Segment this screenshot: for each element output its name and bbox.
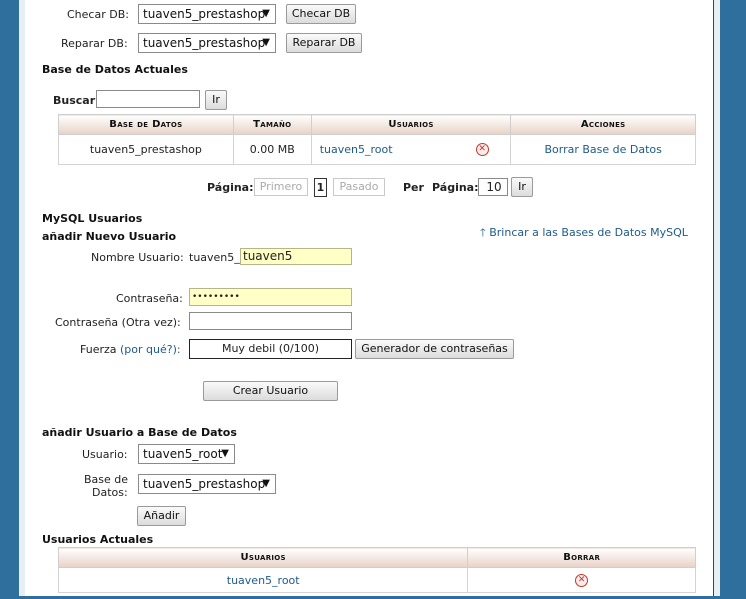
- chevron-down-icon: ▼: [221, 448, 229, 459]
- delete-x-icon[interactable]: ✕: [575, 573, 589, 587]
- check-db-select[interactable]: tuaven5_prestashop ▼: [138, 4, 276, 24]
- strength-meter: Muy debil (0/100): [189, 339, 352, 359]
- password-again-label: Contraseña (Otra vez):: [55, 316, 181, 329]
- per-label: Per: [403, 181, 424, 194]
- up-arrow-icon: 🡑: [480, 226, 486, 239]
- add-user-title: añadir Nuevo Usuario: [42, 230, 177, 243]
- chevron-down-icon: ▼: [262, 8, 270, 19]
- user-select[interactable]: tuaven5_root ▼: [138, 444, 235, 464]
- db-actions-cell: Borrar Base de Datos: [510, 134, 696, 165]
- prev-page-button[interactable]: Pasado: [333, 178, 385, 196]
- column-header: Usuarios: [310, 114, 512, 135]
- strength-label-text: Fuerza: [80, 343, 117, 356]
- per-page-go-button[interactable]: Ir: [511, 177, 533, 197]
- add-user-to-db-title: añadir Usuario a Base de Datos: [42, 426, 237, 439]
- repair-db-button[interactable]: Reparar DB: [286, 33, 362, 53]
- db-user-link[interactable]: tuaven5_root: [320, 143, 393, 156]
- username-prefix: tuaven5_: [189, 251, 240, 264]
- check-db-select-value: tuaven5_prestashop: [143, 7, 266, 21]
- chevron-down-icon: ▼: [262, 478, 270, 489]
- password-label: Contraseña:: [116, 292, 183, 305]
- db-users-cell: tuaven5_root ✕: [310, 134, 512, 165]
- per-page-label: Página:: [432, 181, 479, 194]
- user-select-value: tuaven5_root: [143, 447, 223, 461]
- table-row: tuaven5_root ✕: [57, 567, 696, 593]
- check-db-button[interactable]: Checar DB: [286, 4, 356, 24]
- page-label: Página:: [207, 181, 254, 194]
- db-select-label-line2: Datos:: [92, 486, 128, 499]
- mysql-users-title: MySQL Usuarios: [42, 212, 143, 225]
- db-select[interactable]: tuaven5_prestashop ▼: [138, 474, 276, 494]
- table-header-row: Usuarios Borrar: [57, 547, 696, 568]
- column-header: Tamaño: [232, 114, 312, 135]
- delete-x-icon[interactable]: ✕: [475, 143, 489, 156]
- users-table: Usuarios Borrar tuaven5_root ✕: [57, 547, 696, 593]
- search-input[interactable]: [96, 90, 200, 108]
- db-name-cell: tuaven5_prestashop: [58, 134, 234, 165]
- db-size-cell: 0.00 MB: [232, 134, 312, 165]
- column-header: Usuarios: [57, 547, 469, 568]
- per-page-input[interactable]: 10: [478, 178, 508, 196]
- check-db-label: Checar DB:: [67, 8, 129, 21]
- jump-link-text: Brincar a las Bases de Datos MySQL: [489, 226, 688, 239]
- window-frame-left: [0, 0, 25, 599]
- strength-label: Fuerza (por qué?):: [80, 343, 181, 356]
- search-go-button[interactable]: Ir: [205, 90, 227, 110]
- user-select-label: Usuario:: [82, 448, 128, 461]
- user-link[interactable]: tuaven5_root: [227, 574, 300, 587]
- current-dbs-title: Base de Datos Actuales: [42, 63, 188, 76]
- current-users-title: Usuarios Actuales: [42, 533, 154, 546]
- current-page-button[interactable]: 1: [314, 178, 327, 197]
- first-page-button[interactable]: Primero: [254, 178, 308, 196]
- search-label: Buscar: [53, 94, 96, 107]
- db-select-label-line1: Base de: [84, 473, 129, 486]
- password-again-input[interactable]: [189, 312, 352, 330]
- column-header: Borrar: [467, 547, 696, 568]
- table-header-row: Base de Datos Tamaño Usuarios Acciones: [58, 114, 696, 135]
- password-generator-button[interactable]: Generador de contraseñas: [355, 339, 514, 359]
- db-select-value: tuaven5_prestashop: [143, 477, 266, 491]
- strength-why-link[interactable]: (por qué?):: [120, 343, 181, 356]
- create-user-button[interactable]: Crear Usuario: [203, 381, 338, 401]
- username-input[interactable]: tuaven5: [240, 248, 352, 265]
- username-label: Nombre Usuario:: [91, 251, 184, 264]
- jump-to-databases-link[interactable]: 🡑 Brincar a las Bases de Datos MySQL: [480, 224, 688, 243]
- repair-db-select[interactable]: tuaven5_prestashop ▼: [138, 33, 276, 53]
- table-row: tuaven5_prestashop 0.00 MB tuaven5_root …: [58, 134, 696, 165]
- delete-user-cell: ✕: [467, 567, 696, 593]
- repair-db-label: Reparar DB:: [61, 37, 128, 50]
- window-frame-right: [713, 0, 746, 599]
- databases-table: Base de Datos Tamaño Usuarios Acciones t…: [58, 114, 696, 165]
- add-user-to-db-button[interactable]: Añadir: [137, 506, 186, 526]
- delete-database-link[interactable]: Borrar Base de Datos: [544, 143, 661, 156]
- repair-db-select-value: tuaven5_prestashop: [143, 36, 266, 50]
- password-input[interactable]: •••••••••: [189, 288, 352, 306]
- column-header: Base de Datos: [58, 114, 234, 135]
- column-header: Acciones: [510, 114, 696, 135]
- user-cell: tuaven5_root: [57, 567, 469, 593]
- chevron-down-icon: ▼: [262, 37, 270, 48]
